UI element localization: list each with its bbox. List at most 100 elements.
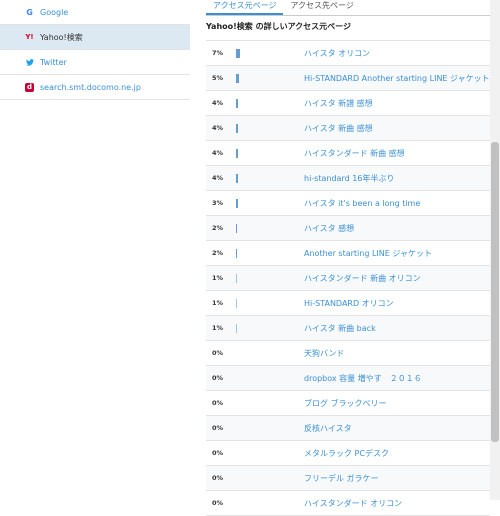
docomo-icon: d [25,82,34,92]
referrer-link[interactable]: フリーデル ガラケー [304,473,379,484]
bar-track [236,399,286,408]
percent-bar [236,223,237,233]
referrer-link[interactable]: hi-standard 16年半ぶり [304,173,394,184]
source-item-docomo[interactable]: d search.smt.docomo.ne.jp [0,75,190,100]
scrollbar-thumb[interactable] [491,142,499,442]
percent-value: 4% [212,124,224,132]
table-row: 0% メタルラック PCデスク [206,441,490,466]
percent-bar [236,273,237,283]
referrer-link[interactable]: Another starting LINE ジャケット [304,248,432,259]
bar-track [236,424,286,433]
section-heading: Yahoo!検索 の詳しいアクセス元ページ [206,16,490,41]
referrer-link[interactable]: ハイスタ 新曲 back [304,323,376,334]
google-icon: G [26,7,33,17]
percent-value: 0% [212,449,224,457]
table-row: 1% ハイスタンダード 新曲 オリコン [206,266,490,291]
percent-value: 0% [212,374,224,382]
tab-referrer-pages[interactable]: アクセス元ページ [206,0,284,15]
referrer-link[interactable]: メタルラック PCデスク [304,448,389,459]
source-sidebar: G Google Y! Yahoo!検索 Twitter d search.sm… [0,0,190,500]
yahoo-icon: Y! [25,33,34,41]
bar-track [236,198,286,208]
bar-track [236,349,286,358]
percent-value: 1% [212,274,224,282]
referrer-link[interactable]: 反核ハイスタ [304,423,352,434]
bar-track [236,374,286,383]
source-item-twitter[interactable]: Twitter [0,50,190,75]
percent-value: 4% [212,174,224,182]
percent-bar [236,98,238,108]
table-row: 4% ハイスタンダード 新曲 感想 [206,141,490,166]
percent-value: 2% [212,249,224,257]
table-row: 3% ハイスタ it's been a long time [206,191,490,216]
percent-value: 0% [212,474,224,482]
percent-value: 0% [212,349,224,357]
bar-track [236,474,286,483]
bar-track [236,173,286,183]
referrer-link[interactable]: dropbox 容量 増やす ２０１６ [304,373,422,384]
source-item-yahoo[interactable]: Y! Yahoo!検索 [0,25,190,50]
percent-bar [236,148,238,158]
referrer-link[interactable]: ハイスタ 新譜 感想 [304,98,373,109]
bar-track [236,73,286,83]
table-row: 0% 反核ハイスタ [206,416,490,441]
percent-value: 0% [212,424,224,432]
bar-track [236,298,286,308]
table-row: 0% ハイスタンダード オリコン [206,491,490,516]
table-row: 0% 天狗バンド [206,341,490,366]
main-panel: アクセス元ページ アクセス先ページ Yahoo!検索 の詳しいアクセス元ページ … [206,0,490,516]
referrer-link[interactable]: Hi-STANDARD オリコン [304,298,394,309]
referrer-link[interactable]: Hi-STANDARD Another starting LINE ジャケット [304,73,490,84]
bar-track [236,273,286,283]
twitter-icon [25,58,34,67]
bar-track [236,123,286,133]
referrer-link[interactable]: ハイスタンダード 新曲 感想 [304,148,405,159]
referrer-link[interactable]: ハイスタ 新曲 感想 [304,123,373,134]
referrer-link[interactable]: 天狗バンド [304,348,344,359]
table-row: 4% ハイスタ 新曲 感想 [206,116,490,141]
percent-bar [236,123,238,133]
bar-track [236,48,286,58]
table-row: 7% ハイスタ オリコン [206,41,490,66]
percent-value: 7% [212,49,224,57]
percent-bar [236,198,238,208]
percent-value: 1% [212,299,224,307]
bar-track [236,248,286,258]
bar-track [236,323,286,333]
bar-track [236,148,286,158]
table-row: 1% Hi-STANDARD オリコン [206,291,490,316]
percent-value: 4% [212,149,224,157]
referrer-link[interactable]: ハイスタ it's been a long time [304,198,420,209]
referrer-link[interactable]: ハイスタンダード 新曲 オリコン [304,273,421,284]
referrer-list: 7% ハイスタ オリコン 5% Hi-STANDARD Another startin… [206,41,490,516]
percent-value: 0% [212,499,224,507]
percent-bar [236,298,237,308]
table-row: 4% ハイスタ 新譜 感想 [206,91,490,116]
tab-bar: アクセス元ページ アクセス先ページ [206,0,490,16]
table-row: 0% dropbox 容量 増やす ２０１６ [206,366,490,391]
table-row: 0% ブログ ブラックベリー [206,391,490,416]
table-row: 2% ハイスタ 感想 [206,216,490,241]
tab-destination-pages[interactable]: アクセス先ページ [283,0,360,15]
source-label: search.smt.docomo.ne.jp [40,82,141,92]
table-row: 5% Hi-STANDARD Another starting LINE ジャケッ… [206,66,490,91]
percent-bar [236,248,237,258]
table-row: 1% ハイスタ 新曲 back [206,316,490,341]
source-label: Google [40,7,69,17]
referrer-link[interactable]: ブログ ブラックベリー [304,398,387,409]
percent-value: 2% [212,224,224,232]
percent-bar [236,323,237,333]
referrer-link[interactable]: ハイスタ 感想 [304,223,354,234]
source-item-google[interactable]: G Google [0,0,190,25]
bar-track [236,449,286,458]
percent-bar [236,48,240,58]
table-row: 0% フリーデル ガラケー [206,466,490,491]
table-row: 2% Another starting LINE ジャケット [206,241,490,266]
bar-track [236,98,286,108]
source-label: Yahoo!検索 [40,32,83,42]
source-label: Twitter [40,57,67,67]
referrer-link[interactable]: ハイスタンダード オリコン [304,498,402,509]
percent-value: 3% [212,199,224,207]
referrer-link[interactable]: ハイスタ オリコン [304,48,370,59]
percent-value: 1% [212,324,224,332]
